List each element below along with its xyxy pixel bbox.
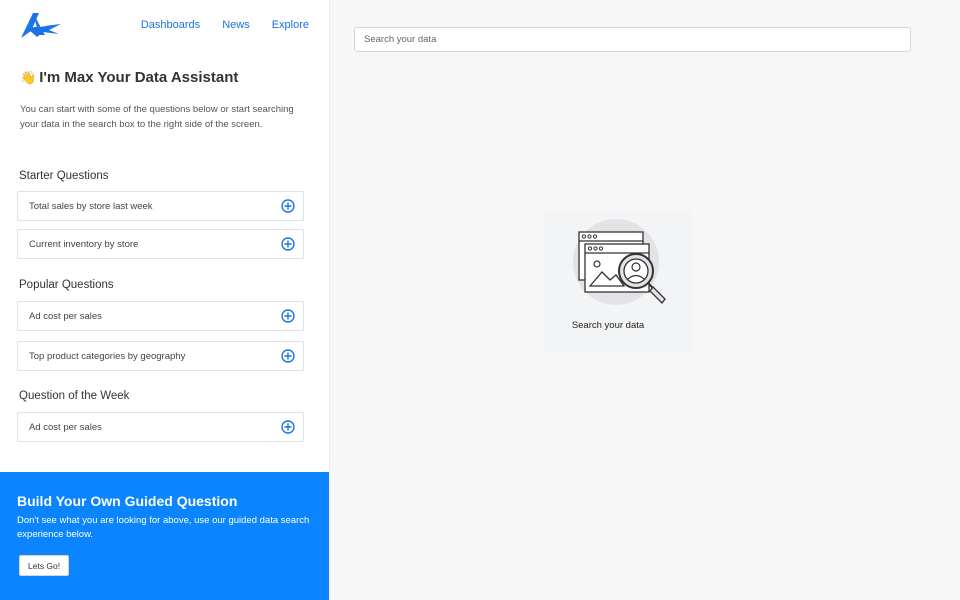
plus-circle-icon[interactable] xyxy=(281,309,295,323)
search-data-illustration-icon xyxy=(573,219,666,305)
question-label: Total sales by store last week xyxy=(29,201,153,212)
waving-hand-icon: 👋 xyxy=(20,69,37,85)
empty-state: Search your data xyxy=(544,211,691,353)
popular-question-item[interactable]: Ad cost per sales xyxy=(17,301,304,331)
main-nav: Dashboards News Explore xyxy=(141,19,309,31)
question-label: Ad cost per sales xyxy=(29,422,102,433)
popular-question-item[interactable]: Top product categories by geography xyxy=(17,341,304,371)
guided-question-description: Don't see what you are looking for above… xyxy=(17,515,310,540)
nav-explore-link[interactable]: Explore xyxy=(272,19,309,31)
starter-question-item[interactable]: Current inventory by store xyxy=(17,229,304,259)
weekly-question-item[interactable]: Ad cost per sales xyxy=(17,412,304,442)
guided-question-panel: Build Your Own Guided Question Don't see… xyxy=(0,472,329,600)
nav-news-link[interactable]: News xyxy=(222,19,250,31)
plus-circle-icon[interactable] xyxy=(281,420,295,434)
nav-dashboards-link[interactable]: Dashboards xyxy=(141,19,200,31)
assistant-title: 👋 I'm Max Your Data Assistant xyxy=(20,69,238,86)
search-input[interactable] xyxy=(354,27,911,52)
question-label: Ad cost per sales xyxy=(29,311,102,322)
question-label: Top product categories by geography xyxy=(29,351,186,362)
brand-logo-icon[interactable] xyxy=(19,11,65,39)
plus-circle-icon[interactable] xyxy=(281,237,295,251)
question-of-week-heading: Question of the Week xyxy=(19,390,130,402)
assistant-title-text: I'm Max Your Data Assistant xyxy=(39,69,239,86)
lets-go-button[interactable]: Lets Go! xyxy=(19,555,70,576)
plus-circle-icon[interactable] xyxy=(281,199,295,213)
popular-questions-heading: Popular Questions xyxy=(19,279,114,291)
assistant-intro: You can start with some of the questions… xyxy=(20,104,294,130)
sidebar: Dashboards News Explore 👋 I'm Max Your D… xyxy=(0,0,330,600)
question-label: Current inventory by store xyxy=(29,239,139,250)
starter-question-item[interactable]: Total sales by store last week xyxy=(17,191,304,221)
top-nav: Dashboards News Explore xyxy=(0,0,329,52)
starter-questions-heading: Starter Questions xyxy=(19,170,109,182)
plus-circle-icon[interactable] xyxy=(281,349,295,363)
empty-state-label: Search your data xyxy=(571,320,645,331)
guided-question-title: Build Your Own Guided Question xyxy=(17,493,238,509)
